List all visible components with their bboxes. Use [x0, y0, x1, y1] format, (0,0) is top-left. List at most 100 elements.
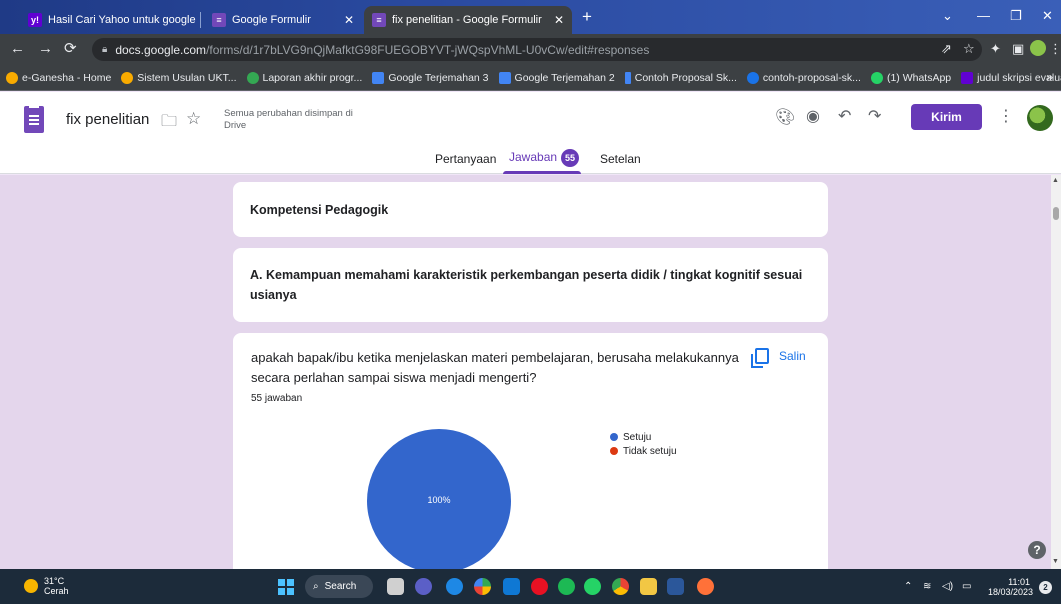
temperature: 31°C — [44, 576, 65, 586]
volume-icon[interactable]: ◁) — [942, 581, 953, 592]
tab-fix-penelitian[interactable]: ≡ fix penelitian - Google Formulir ✕ — [364, 6, 572, 34]
chrome-icon[interactable] — [612, 578, 629, 595]
undo-icon[interactable]: ↶ — [838, 106, 851, 126]
palette-icon[interactable]: 🎨︎ — [775, 107, 795, 127]
form-title[interactable]: fix penelitian — [66, 111, 149, 128]
close-icon[interactable]: ✕ — [546, 13, 564, 27]
bookmark-item[interactable]: contoh-proposal-sk... — [746, 71, 861, 84]
copy-button[interactable]: Salin — [751, 348, 806, 368]
system-clock[interactable]: 11:01 18/03/2023 — [988, 577, 1033, 597]
bookmark-label: Google Terjemahan 3 — [388, 71, 489, 84]
restore-icon[interactable]: ❐ — [1010, 8, 1022, 24]
bookmark-item[interactable]: e-Ganesha - Home — [6, 71, 112, 84]
bookmark-item[interactable]: Sistem Usulan UKT... — [121, 71, 237, 84]
telegram-icon[interactable] — [446, 578, 463, 595]
bookmark-item[interactable]: Google Terjemahan 3 — [372, 71, 489, 84]
new-tab-icon[interactable]: + — [582, 8, 592, 25]
responses-content: Kompetensi Pedagogik A. Kemampuan memaha… — [0, 175, 1061, 569]
profile-avatar[interactable] — [1030, 40, 1046, 56]
wifi-icon[interactable]: ≋ — [923, 581, 931, 592]
subsection-title: A. Kemampuan memahami karakteristik perk… — [250, 268, 803, 302]
tab-yahoo[interactable]: y! Hasil Cari Yahoo untuk google fo ✕ — [20, 6, 198, 34]
preview-eye-icon[interactable]: ◉ — [806, 106, 820, 126]
side-panel-icon[interactable]: ▣ — [1012, 41, 1024, 57]
bookmarks-bar: e-Ganesha - Home Sistem Usulan UKT... La… — [0, 65, 1061, 91]
scroll-down-icon[interactable]: ▼ — [1052, 558, 1059, 565]
translate-icon — [372, 71, 385, 84]
bookmark-star-icon[interactable]: ☆ — [963, 41, 975, 57]
minimize-icon[interactable]: — — [977, 8, 990, 23]
bookmark-label: e-Ganesha - Home — [22, 71, 112, 84]
bookmark-item[interactable]: Laporan akhir progr... — [246, 71, 363, 84]
windows-start-icon[interactable] — [278, 579, 294, 595]
word-icon[interactable] — [667, 578, 684, 595]
taskbar-search[interactable]: ⌕ Search — [305, 575, 373, 598]
response-count-badge: 55 — [561, 149, 580, 167]
search-label: Search — [324, 581, 357, 592]
file-explorer-icon[interactable] — [640, 578, 657, 595]
tab-title: Hasil Cari Yahoo untuk google fo — [48, 14, 198, 26]
forward-icon[interactable]: → — [38, 41, 53, 57]
battery-icon[interactable]: ▭ — [962, 581, 971, 592]
tab-title: fix penelitian - Google Formulir — [392, 14, 542, 26]
chat-icon[interactable] — [415, 578, 432, 595]
question-text: apakah bapak/ibu ketika menjelaskan mate… — [251, 350, 739, 385]
tab-questions[interactable]: Pertanyaan — [435, 152, 496, 166]
bookmark-label: Laporan akhir progr... — [262, 71, 363, 84]
url-path: /forms/d/1r7bLVG9nQjMafktG98FUEGOBYVT-jW… — [206, 42, 650, 57]
help-icon[interactable]: ? — [1028, 541, 1046, 559]
tab-responses[interactable]: Jawaban 55 — [509, 149, 580, 167]
reload-icon[interactable]: ⟳ — [64, 41, 77, 57]
more-options-icon[interactable]: ⋮ — [998, 106, 1014, 126]
weather-sun-icon — [24, 579, 38, 593]
firefox-icon[interactable] — [697, 578, 714, 595]
extensions-icon[interactable]: ✦ — [990, 41, 1001, 57]
edge-icon[interactable] — [474, 578, 491, 595]
notification-badge[interactable]: 2 — [1039, 581, 1052, 594]
send-button[interactable]: Kirim — [911, 104, 982, 130]
folder-icon[interactable]: 🗀 — [161, 110, 177, 137]
section-title: Kompetensi Pedagogik — [250, 203, 389, 217]
yahoo-icon: y! — [28, 13, 42, 27]
window-close-icon[interactable]: ✕ — [1042, 8, 1053, 24]
opera-icon[interactable] — [531, 578, 548, 595]
whatsapp-icon[interactable] — [584, 578, 601, 595]
whatsapp-icon — [870, 71, 883, 84]
question-card: apakah bapak/ibu ketika menjelaskan mate… — [233, 333, 828, 569]
task-view-icon[interactable] — [387, 578, 404, 595]
more-bookmarks-icon[interactable]: » — [1046, 70, 1053, 84]
store-icon[interactable] — [503, 578, 520, 595]
tab-divider — [200, 12, 201, 28]
url-input[interactable]: 🔒︎ docs.google.com/forms/d/1r7bLVG9nQjMa… — [92, 38, 982, 61]
star-icon[interactable]: ☆ — [186, 109, 201, 129]
google-forms-logo-icon[interactable] — [24, 106, 44, 133]
bookmark-item[interactable]: Contoh Proposal Sk... — [624, 71, 737, 84]
scroll-thumb[interactable] — [1053, 207, 1059, 220]
windows-taskbar: 31°C Cerah ⌕ Search ⌃ ≋ ◁) ▭ 11:01 18/03/… — [0, 569, 1061, 604]
close-icon[interactable]: ✕ — [336, 13, 354, 27]
chart-legend: Setuju Tidak setuju — [610, 430, 677, 458]
legend-item-setuju[interactable]: Setuju — [610, 430, 677, 444]
back-icon[interactable]: ← — [10, 41, 25, 57]
forms-header: fix penelitian 🗀 ☆ Semua perubahan disim… — [0, 92, 1061, 147]
avatar[interactable] — [1027, 105, 1053, 131]
share-icon[interactable]: ⇗ — [941, 41, 952, 57]
spotify-icon[interactable] — [558, 578, 575, 595]
menu-icon[interactable]: ⋮ — [1049, 41, 1061, 57]
tray-overflow-icon[interactable]: ⌃ — [904, 581, 912, 592]
bookmark-item[interactable]: (1) WhatsApp — [870, 71, 951, 84]
tab-settings[interactable]: Setelan — [600, 152, 641, 166]
bookmark-item[interactable]: Google Terjemahan 2 — [498, 71, 615, 84]
tab-search-icon[interactable]: ⌄ — [942, 8, 953, 24]
weather-widget[interactable]: 31°C Cerah — [24, 576, 69, 596]
bookmark-label: Sistem Usulan UKT... — [137, 71, 237, 84]
redo-icon[interactable]: ↷ — [868, 106, 881, 126]
section-card: Kompetensi Pedagogik — [233, 182, 828, 237]
answer-count: 55 jawaban — [251, 393, 303, 404]
legend-dot — [610, 433, 618, 441]
legend-item-tidak-setuju[interactable]: Tidak setuju — [610, 444, 677, 458]
copy-label: Salin — [779, 349, 806, 363]
scroll-up-icon[interactable]: ▲ — [1052, 177, 1059, 184]
page-scrollbar[interactable]: ▲ ▼ — [1051, 175, 1061, 569]
tab-google-forms[interactable]: ≡ Google Formulir ✕ — [204, 6, 362, 34]
